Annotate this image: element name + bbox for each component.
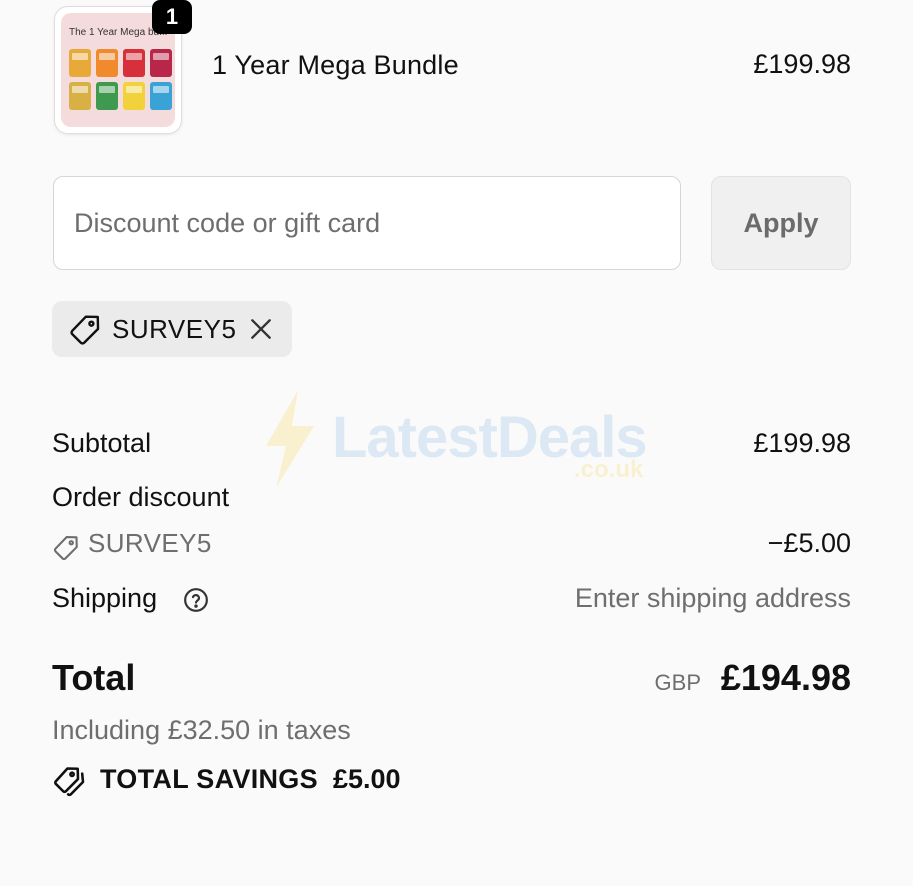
pack [96,82,118,110]
discount-code-input[interactable] [53,176,681,270]
tag-icon [52,534,80,567]
double-tag-icon [52,765,88,804]
total-value: £194.98 [720,657,851,698]
product-name: 1 Year Mega Bundle [212,50,459,80]
applied-discount-chip: SURVEY5 [52,301,292,357]
pack [123,49,145,77]
product-price: £199.98 [753,49,851,79]
discount-code-text: SURVEY5 [88,528,212,558]
total-label: Total [52,657,136,698]
tag-icon [68,313,102,352]
pack [150,49,172,77]
subtotal-value: £199.98 [753,428,851,458]
currency-code: GBP [654,670,701,695]
applied-code-label: SURVEY5 [112,314,237,344]
pack [96,49,118,77]
watermark-domain: .co.uk [574,456,644,483]
subtotal-label: Subtotal [52,428,152,458]
order-discount-label: Order discount [52,482,230,512]
total-savings-value: £5.00 [333,764,401,794]
shipping-value: Enter shipping address [574,583,851,613]
product-packs [69,49,172,110]
help-circle-icon[interactable] [183,587,209,618]
apply-button[interactable]: Apply [711,176,851,270]
discount-amount: −£5.00 [767,528,851,558]
taxes-note: Including £32.50 in taxes [52,715,351,745]
pack [150,82,172,110]
total-savings-label: TOTAL SAVINGS [100,764,318,794]
close-icon[interactable] [248,316,274,347]
pack [123,82,145,110]
quantity-badge: 1 [152,0,192,34]
lightning-bolt-icon [262,390,318,492]
pack [69,49,91,77]
shipping-label: Shipping [52,583,158,613]
pack [69,82,91,110]
watermark: LatestDeals .co.uk [262,390,648,493]
